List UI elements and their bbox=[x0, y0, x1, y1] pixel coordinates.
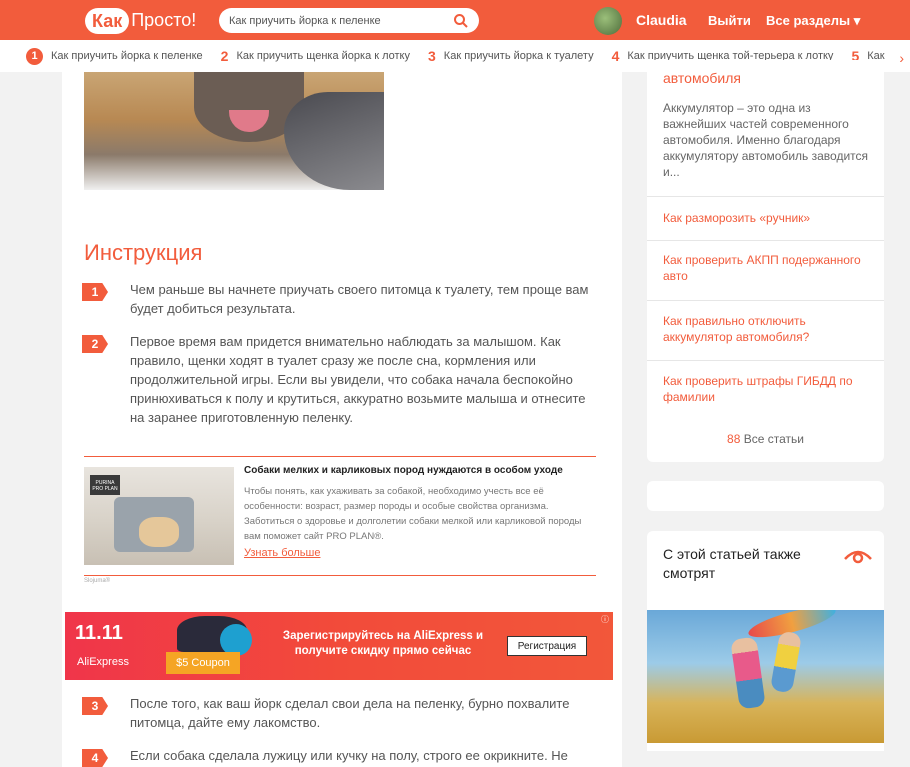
top-bar: Как Просто! Claudia Выйти Все разделы ▾ bbox=[0, 0, 910, 40]
avatar[interactable] bbox=[594, 7, 622, 35]
eye-icon bbox=[844, 550, 872, 564]
strip-number: 2 bbox=[220, 48, 229, 64]
also-watch-title: С этой статьей также смотрят bbox=[663, 546, 801, 581]
sidebar-link[interactable]: Как разморозить «ручник» bbox=[663, 210, 873, 226]
step-text: После того, как ваш йорк сделал свои дел… bbox=[130, 696, 570, 730]
step-number: 1 bbox=[82, 283, 108, 301]
strip-item[interactable]: 1 Как приучить йорка к пеленке bbox=[26, 47, 203, 65]
ad-register-button[interactable]: Регистрация bbox=[507, 636, 587, 656]
strip-next-arrow-icon[interactable]: › bbox=[899, 50, 904, 66]
divider bbox=[647, 300, 884, 301]
logo-part-2: Просто! bbox=[131, 10, 197, 30]
grid-icon: 88 bbox=[727, 432, 741, 446]
all-sections-menu[interactable]: Все разделы ▾ bbox=[766, 13, 860, 29]
sidebar-link[interactable]: Как правильно отключить аккумулятор авто… bbox=[663, 313, 873, 345]
sidebar-link[interactable]: Как проверить АКПП подержанного авто bbox=[663, 252, 873, 284]
ad-text: Зарегистрируйтесь на AliExpress и получи… bbox=[282, 630, 484, 657]
step-text: Если собака сделала лужицу или кучку на … bbox=[130, 748, 568, 763]
divider bbox=[647, 360, 884, 361]
ad-info-icon[interactable]: ⓘ bbox=[601, 614, 609, 625]
search-input[interactable] bbox=[229, 14, 453, 27]
step-number: 3 bbox=[82, 697, 108, 715]
proplan-logo: PURINA PRO PLAN bbox=[90, 475, 120, 495]
promo-body: Чтобы понять, как ухаживать за собакой, … bbox=[244, 486, 582, 542]
strip-item[interactable]: 2 Как приучить щенка йорка к лотку bbox=[221, 48, 410, 64]
step-number: 4 bbox=[82, 749, 108, 767]
sidebar-link[interactable]: Как проверить штрафы ГИБДД по фамилии bbox=[663, 373, 873, 405]
child-figure bbox=[730, 636, 766, 710]
ad-brand: AliExpress bbox=[77, 656, 129, 668]
aliexpress-ad-banner[interactable]: 11.11 AliExpress $5 Coupon Зарегистрируй… bbox=[65, 612, 613, 680]
username-link[interactable]: Claudia bbox=[636, 12, 687, 28]
strip-item[interactable]: 3 Как приучить йорка к туалету bbox=[428, 48, 594, 64]
step-text: Чем раньше вы начнете приучать своего пи… bbox=[130, 282, 589, 316]
instruction-heading: Инструкция bbox=[84, 240, 203, 265]
site-logo[interactable]: Как Просто! bbox=[85, 7, 196, 34]
sidebar-empty-card bbox=[647, 481, 884, 511]
strip-number: 1 bbox=[26, 47, 43, 65]
all-articles-link[interactable]: 88 Все статьи bbox=[647, 432, 884, 446]
proplan-promo: PURINA PRO PLAN Собаки мелких и карликов… bbox=[84, 456, 596, 576]
ad-1111-logo: 11.11 bbox=[75, 622, 123, 644]
ad-coupon: $5 Coupon bbox=[166, 652, 240, 674]
step-text: Первое время вам придется внимательно на… bbox=[130, 334, 586, 425]
dog-fur bbox=[284, 92, 384, 190]
sidebar-articles-card: автомобиля Аккумулятор – это одна из важ… bbox=[647, 60, 884, 462]
promo-puppy bbox=[139, 517, 179, 547]
strip-label: Как приучить йорка к пеленке bbox=[51, 50, 203, 62]
strip-label: Как приучить щенка йорка к лотку bbox=[236, 50, 410, 62]
divider bbox=[647, 196, 884, 197]
child-figure bbox=[769, 630, 803, 694]
also-watch-card: С этой статьей также смотрят bbox=[647, 531, 884, 751]
promo-footnote: Slojuma® bbox=[84, 578, 111, 584]
promo-title[interactable]: Собаки мелких и карликовых пород нуждают… bbox=[244, 465, 563, 476]
logout-link[interactable]: Выйти bbox=[708, 13, 751, 28]
step-item: 4 Если собака сделала лужицу или кучку н… bbox=[82, 746, 602, 767]
search-box bbox=[219, 8, 479, 33]
step-item: 3 После того, как ваш йорк сделал свои д… bbox=[82, 694, 602, 732]
promo-learn-more-link[interactable]: Узнать больше bbox=[244, 547, 320, 559]
sidebar-card-title[interactable]: автомобиля bbox=[663, 70, 741, 86]
sidebar-card-description: Аккумулятор – это одна из важнейших част… bbox=[663, 101, 869, 179]
step-item: 2 Первое время вам придется внимательно … bbox=[82, 332, 602, 427]
promo-image[interactable]: PURINA PRO PLAN bbox=[84, 467, 234, 565]
strip-number: 3 bbox=[428, 48, 436, 64]
all-articles-label: Все статьи bbox=[743, 432, 804, 446]
article-dog-image bbox=[84, 72, 384, 190]
strip-label: Как приучить йорка к туалету bbox=[443, 50, 594, 62]
also-watch-image[interactable] bbox=[647, 610, 884, 743]
search-icon[interactable] bbox=[453, 13, 469, 29]
article-main: Инструкция 1 Чем раньше вы начнете приуч… bbox=[62, 72, 622, 767]
step-item: 1 Чем раньше вы начнете приучать своего … bbox=[82, 280, 602, 318]
divider bbox=[647, 240, 884, 241]
step-number: 2 bbox=[82, 335, 108, 353]
strip-number: 4 bbox=[611, 48, 620, 64]
logo-part-1: Как bbox=[85, 7, 130, 34]
